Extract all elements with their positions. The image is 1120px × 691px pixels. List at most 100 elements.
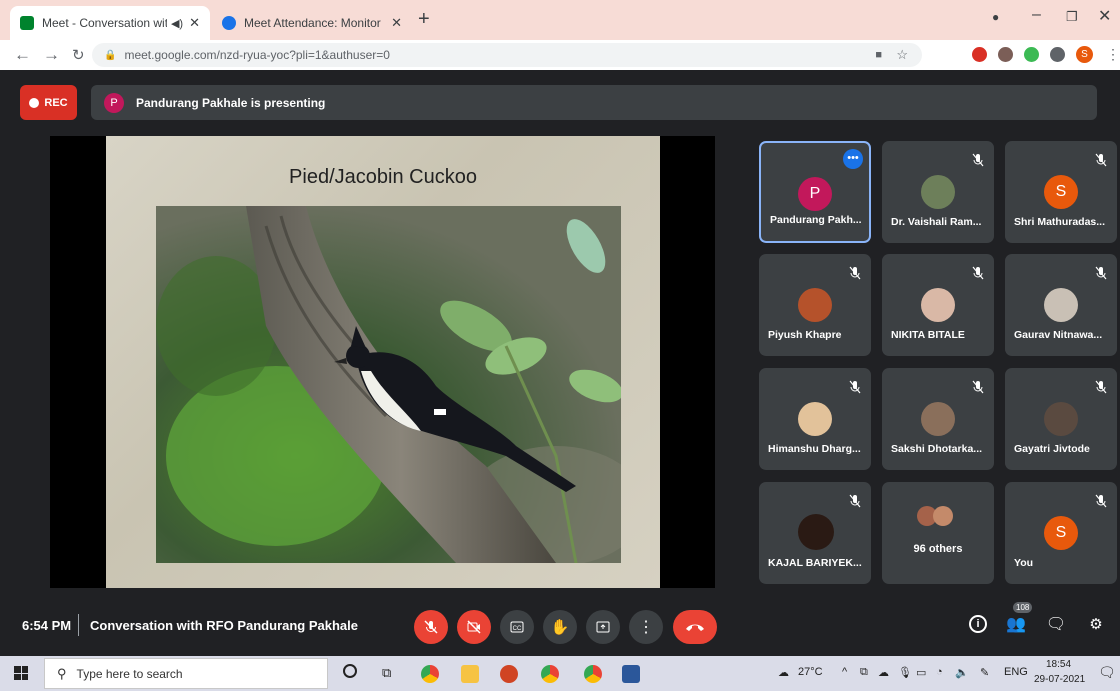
audio-icon[interactable]: ◀) bbox=[171, 17, 183, 30]
people-button[interactable]: 👥 108 bbox=[1004, 602, 1033, 636]
phone-hangup-icon bbox=[686, 624, 704, 631]
participant-name: Dr. Vaishali Ram... bbox=[891, 216, 982, 228]
chrome-profile-icon[interactable] bbox=[541, 665, 559, 683]
leave-call-button[interactable] bbox=[673, 610, 717, 644]
extension-icon[interactable] bbox=[998, 47, 1013, 62]
captions-icon: CC bbox=[510, 621, 524, 633]
taskbar-search[interactable]: ⚲ Type here to search bbox=[44, 658, 328, 689]
minimize-button[interactable]: – bbox=[1032, 6, 1041, 24]
extension-icon[interactable] bbox=[972, 47, 987, 62]
info-icon: i bbox=[969, 615, 987, 633]
mic-toggle-button[interactable] bbox=[414, 610, 448, 644]
pen-icon[interactable]: ✎ bbox=[980, 666, 989, 679]
back-icon[interactable]: ← bbox=[14, 45, 31, 65]
captions-button[interactable]: CC bbox=[500, 610, 534, 644]
reload-icon[interactable]: ↻ bbox=[72, 46, 85, 64]
avatar bbox=[798, 402, 832, 436]
participant-tile[interactable]: Piyush Khapre bbox=[759, 254, 871, 356]
clock-date[interactable]: 29-07-2021 bbox=[1034, 674, 1085, 685]
mic-off-icon bbox=[1095, 380, 1107, 394]
avatar bbox=[921, 402, 955, 436]
mic-off-icon bbox=[849, 266, 861, 280]
cortana-icon[interactable] bbox=[343, 664, 357, 678]
present-button[interactable] bbox=[586, 610, 620, 644]
more-options-icon[interactable]: ••• bbox=[843, 149, 863, 169]
restore-button[interactable]: ❐ bbox=[1066, 9, 1078, 25]
presenting-text: Pandurang Pakhale is presenting bbox=[136, 95, 326, 110]
participant-name: Piyush Khapre bbox=[768, 329, 842, 341]
mic-off-icon bbox=[972, 266, 984, 280]
avatar bbox=[1044, 402, 1078, 436]
clock-time[interactable]: 18:54 bbox=[1046, 659, 1071, 670]
participant-tile[interactable]: ••• P Pandurang Pakh... bbox=[759, 141, 871, 243]
profile-avatar[interactable]: S bbox=[1076, 46, 1093, 63]
participant-tile[interactable]: NIKITA BITALE bbox=[882, 254, 994, 356]
chat-button[interactable]: 🗨 bbox=[1044, 612, 1068, 636]
onedrive-icon[interactable]: ☁ bbox=[878, 666, 889, 679]
powerpoint-icon[interactable] bbox=[500, 665, 518, 683]
tab-meet[interactable]: Meet - Conversation with RF ◀) ✕ bbox=[10, 6, 210, 40]
menu-icon[interactable]: ⋮ bbox=[1106, 46, 1120, 63]
weather-icon: ☁ bbox=[778, 667, 789, 679]
task-view-icon[interactable]: ⧉ bbox=[382, 665, 391, 681]
language-indicator[interactable]: ENG bbox=[1004, 666, 1028, 678]
participant-name: KAJAL BARIYEK... bbox=[768, 557, 862, 569]
puzzle-icon[interactable] bbox=[1050, 47, 1065, 62]
url-field[interactable]: 🔒 meet.google.com/nzd-ryua-yoc?pli=1&aut… bbox=[92, 43, 922, 67]
close-tab-icon[interactable]: ✕ bbox=[189, 15, 200, 31]
network-icon[interactable]: ⧉ bbox=[860, 666, 868, 679]
forward-icon[interactable]: → bbox=[43, 45, 60, 65]
tab-title: Meet Attendance: Monitor bbox=[244, 16, 381, 30]
activities-icon: ⚙ bbox=[1089, 616, 1103, 633]
participant-name: Shri Mathuradas... bbox=[1014, 216, 1106, 228]
others-count: 96 others bbox=[913, 543, 963, 555]
participant-name: Sakshi Dhotarka... bbox=[891, 443, 983, 455]
weather-temp: 27°C bbox=[798, 666, 823, 678]
avatar bbox=[798, 288, 832, 322]
presentation-stage: Pied/Jacobin Cuckoo bbox=[50, 136, 715, 588]
others-avatars bbox=[917, 506, 959, 526]
close-window-button[interactable]: ✕ bbox=[1098, 6, 1111, 26]
wifi-icon[interactable]: ◔ bbox=[936, 666, 943, 678]
others-tile[interactable]: 96 others bbox=[882, 482, 994, 584]
volume-icon[interactable]: 🔈 bbox=[955, 666, 969, 679]
mic-off-icon bbox=[849, 494, 861, 508]
participant-tile[interactable]: Himanshu Dharg... bbox=[759, 368, 871, 470]
participant-name: Gaurav Nitnawa... bbox=[1014, 329, 1103, 341]
participant-tile[interactable]: Dr. Vaishali Ram... bbox=[882, 141, 994, 243]
bookmark-star-icon[interactable]: ☆ bbox=[896, 47, 908, 63]
camera-toggle-button[interactable] bbox=[457, 610, 491, 644]
new-tab-button[interactable]: + bbox=[418, 8, 430, 31]
tab-title: Meet - Conversation with RF bbox=[42, 16, 167, 30]
tab-attendance[interactable]: Meet Attendance: Monitor ✕ bbox=[212, 6, 412, 40]
notifications-icon[interactable]: 🗨 bbox=[1098, 664, 1116, 681]
word-icon[interactable] bbox=[622, 665, 640, 683]
file-explorer-icon[interactable] bbox=[461, 665, 479, 683]
self-tile[interactable]: S You bbox=[1005, 482, 1117, 584]
search-placeholder: Type here to search bbox=[76, 666, 183, 681]
tray-overflow-icon[interactable]: ^ bbox=[842, 666, 847, 678]
raise-hand-button[interactable]: ✋ bbox=[543, 610, 577, 644]
meeting-details-button[interactable]: i bbox=[966, 612, 990, 636]
battery-icon[interactable]: ▭ bbox=[916, 666, 926, 679]
chrome-profile-icon[interactable] bbox=[584, 665, 602, 683]
extension-icon[interactable] bbox=[1024, 47, 1039, 62]
camera-icon[interactable]: ■ bbox=[875, 49, 882, 61]
search-icon: ⚲ bbox=[57, 665, 67, 681]
participant-tile[interactable]: Gaurav Nitnawa... bbox=[1005, 254, 1117, 356]
participant-name: Himanshu Dharg... bbox=[768, 443, 861, 455]
more-vert-icon: ⋮ bbox=[638, 619, 654, 636]
chrome-icon[interactable] bbox=[421, 665, 439, 683]
more-options-button[interactable]: ⋮ bbox=[629, 610, 663, 644]
mic-icon[interactable]: 🎙 bbox=[898, 666, 912, 679]
close-tab-icon[interactable]: ✕ bbox=[391, 15, 402, 31]
windows-start-icon[interactable] bbox=[14, 666, 28, 680]
participant-tile[interactable]: S Shri Mathuradas... bbox=[1005, 141, 1117, 243]
mic-off-icon bbox=[1095, 153, 1107, 167]
lock-icon: 🔒 bbox=[104, 49, 117, 61]
participant-tile[interactable]: KAJAL BARIYEK... bbox=[759, 482, 871, 584]
participant-tile[interactable]: Gayatri Jivtode bbox=[1005, 368, 1117, 470]
attendance-favicon-icon bbox=[222, 16, 236, 30]
participant-tile[interactable]: Sakshi Dhotarka... bbox=[882, 368, 994, 470]
activities-button[interactable]: ⚙ bbox=[1084, 612, 1108, 636]
